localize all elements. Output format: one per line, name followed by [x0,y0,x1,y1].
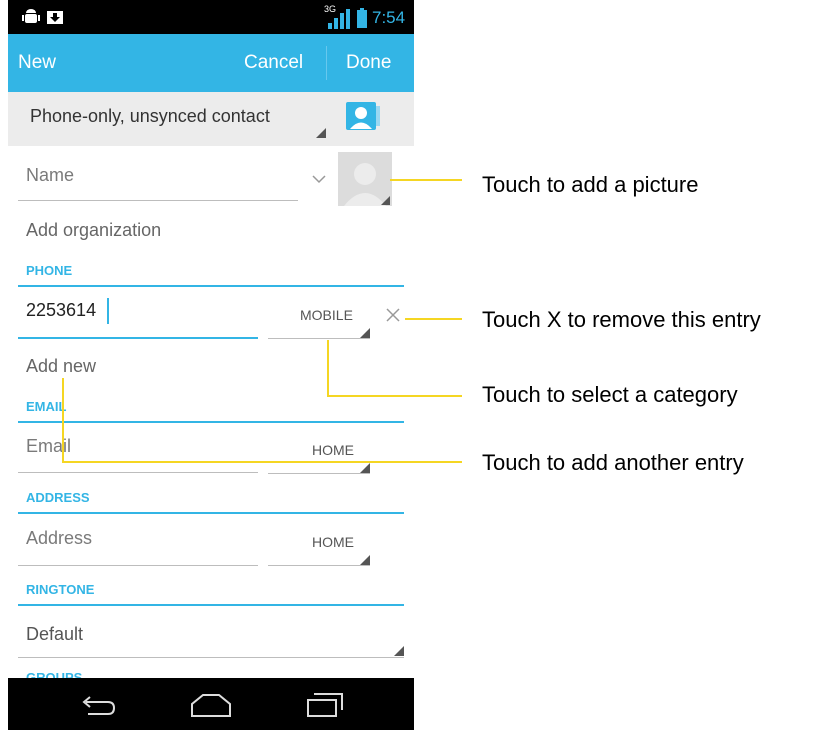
callout-text-category: Touch to select a category [482,382,738,407]
address-category-select[interactable]: HOME [312,534,354,550]
action-divider [326,46,327,80]
add-organization-button[interactable]: Add organization [26,220,161,241]
android-debug-icon [22,9,40,23]
home-icon[interactable] [189,692,233,718]
callout-line-category-horizontal [327,395,462,397]
callout-line-add-horizontal [62,461,462,463]
clock: 7:54 [372,8,406,27]
account-selector[interactable]: Phone-only, unsynced contact [8,92,414,146]
text-cursor [107,298,109,324]
phone-field-underline [18,337,258,339]
action-bar: New Cancel Done [8,34,414,92]
phone-section-divider [18,285,404,287]
expand-chevron-icon[interactable] [312,174,326,184]
email-field-underline [18,472,258,473]
address-category-underline [268,565,370,566]
email-section-divider [18,421,404,423]
address-section-header: ADDRESS [26,490,90,505]
phone-category-dropdown-icon [360,328,370,338]
ringtone-underline [18,657,404,658]
signal-icon [328,9,350,29]
add-new-phone-button[interactable]: Add new [26,356,96,377]
email-field[interactable]: Email [26,436,71,457]
address-field-underline [18,565,258,566]
address-field[interactable]: Address [26,528,92,549]
account-label: Phone-only, unsynced contact [30,106,270,126]
address-section-divider [18,512,404,514]
phone-section-header: PHONE [26,263,73,278]
photo-menu-icon [381,196,390,205]
phone-category-select[interactable]: MOBILE [300,307,353,323]
name-field-underline [18,200,298,201]
callout-line-picture [390,179,462,181]
callout-text-picture: Touch to add a picture [482,172,699,197]
new-title: New [18,52,57,73]
address-category-dropdown-icon [360,555,370,565]
remove-x-icon[interactable] [385,307,401,323]
ringtone-dropdown-icon [394,646,404,656]
callout-line-remove [405,318,462,320]
back-icon[interactable] [78,694,118,718]
ringtone-select[interactable]: Default [26,624,83,645]
ringtone-section-header: RINGTONE [26,582,95,597]
email-category-select[interactable]: HOME [312,442,354,458]
status-bar: 3G 7:54 [8,0,414,34]
email-category-underline [268,473,370,474]
callout-line-category-vertical [327,340,329,396]
done-button[interactable]: Done [346,52,391,74]
contact-card-icon [346,102,380,130]
callout-text-remove: Touch X to remove this entry [482,307,761,332]
email-category-dropdown-icon [360,463,370,473]
callout-text-add-entry: Touch to add another entry [482,450,744,475]
navigation-bar [8,678,414,730]
download-icon [47,11,63,24]
callout-line-add-vertical [62,378,64,462]
phone-number-field[interactable]: 2253614 [26,300,96,321]
email-section-header: EMAIL [26,399,67,414]
name-field[interactable]: Name [26,165,74,186]
recents-icon[interactable] [306,692,346,718]
ringtone-section-divider [18,604,404,606]
phone-screen: 3G 7:54 New Cancel Done Phone-only, unsy… [8,0,414,730]
phone-category-underline [268,338,370,339]
cancel-button[interactable]: Cancel [244,52,303,74]
add-photo-button[interactable] [338,152,392,206]
account-dropdown-icon [316,128,326,138]
battery-icon [357,8,367,28]
